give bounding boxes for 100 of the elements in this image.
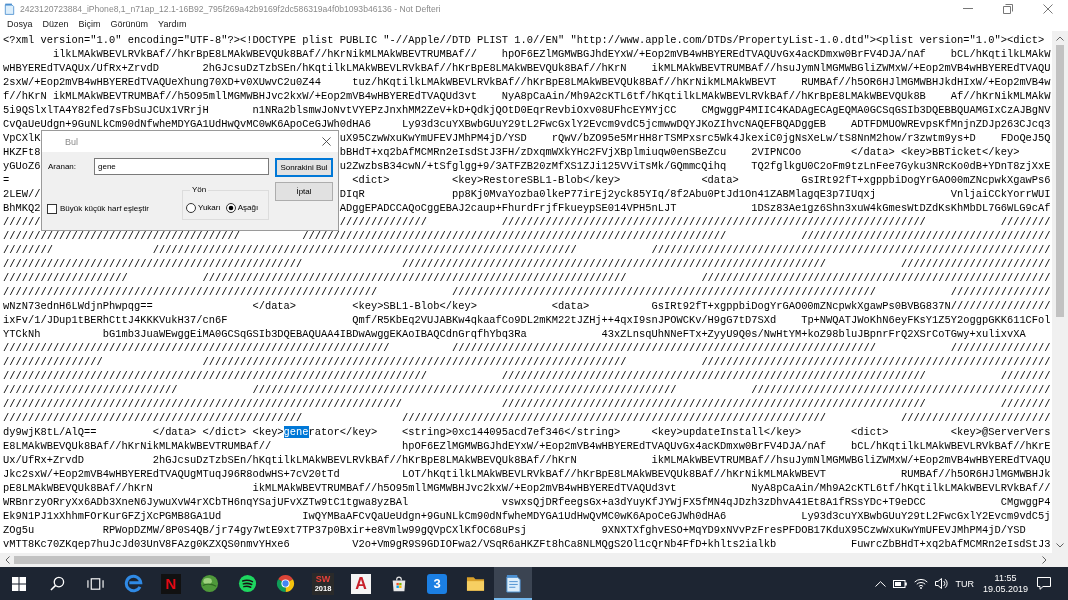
group-label: Yön — [191, 184, 208, 196]
text-line: bBHdT+xq2bAfMCMRn2eIsdStJ3FH/zDxqmWXkYHc2FVjXBplmiuqw0enSBeZcu 2VIPNCOo </data> <key>BBTicket</key> — [339, 146, 1020, 158]
text-line: CvQaUeUdgn+9GuNLkCm90dNfwheMDYGA1UdHwQvMC0wK6ApoCeGJWh0dHA6 Ly93d3cuYXBwbGUuY29tL2FwcGxlY2Evcm9vdC5jcmwwDQYJKoZIhvcNAQEFBQADggEB ADTFDMUOWREvpsKfMnjnZDJp263CJcq3 — [3, 117, 1051, 131]
clock-time[interactable]: 11:55 — [994, 573, 1017, 583]
chevron-right-icon — [1042, 556, 1047, 564]
text-line: wHBYEREdTVAQUx/UfRx+ZrvdD 2hGJcsuDzTzbSEn/hKqtilkLMAkWBEVLRVkBAf//hKrBpE8LMAkWBEVQUk8BAf//hKrN ikMLMAkWBEVTRUMBAf//hsuJymNlMGMWBGliZWMxW/+Eop2mVB4wHBYEREdTVAQU — [3, 61, 1051, 75]
text-line: WRBnrzyORryXx6ADb3XneN6JywuXvW4rXCbTH6nqYSajUFvXZTw9tC1tgwa8yzBAl vswxsQjDRfeegsGx+a3dYuyKfJYWjFX5fMN4qJDzh3zDhvA41Et8A1fRSsYDc+T9eDCC CMgwggP4 — [3, 495, 1051, 509]
text-line: //////////////////////////////////////////////////////////////// //////////////////////////////////////////////////////////////////// //////// — [3, 397, 1051, 411]
checkbox-icon[interactable] — [47, 204, 57, 214]
search-label: Aranan: — [47, 160, 77, 173]
find-next-button[interactable]: Sonrakini Bul — [275, 158, 333, 177]
text-line: //////////////////////////// //////////////////////////////////////////////////////////////////// //////////////////////////////////////////////// — [3, 383, 1051, 397]
menu-item[interactable]: Biçim — [73, 17, 106, 31]
waves-icon — [237, 574, 257, 593]
notification-button[interactable] — [1037, 577, 1051, 590]
ring-icon — [123, 574, 143, 593]
text-line: ilkLMAkWBEVLRVkBAf//hKrBpE8LMAkWBEVQUk8BAf//hKrNikMLMAkWBEVTRUMBAf// hpOF6EZlMGMWBGJhdEYxW/+Eop2mVB4wHBYEREdTVAQUvGx4acKDmxw0BrFV4DJA/nAf bCL/hKqtilkLMAkW — [51, 47, 1051, 61]
text-line: ////////////////////////////////////////////////////////////// //////////////////////////////////////////////////////////////////// //////////////// — [3, 341, 1051, 355]
text-line: f//hKrN ikMLMAkWBEVTRUMBAf//h5O95mllMGMWBHJvc2kxW/+Eop2mVB4wHBYEREdTVAQUd3vt NyA8pCaAin/Mh9A2cKTL6tf/hKqtilkLMAkWBEVLRVkBAf//hKrBpE8LMAkWBEVQUk8B Af//hKrNikMLMAkW — [3, 89, 1051, 103]
text-line: BhMKQ2 — [3, 202, 41, 214]
four-panes-icon — [12, 576, 26, 591]
clock-date[interactable]: 19.05.2019 — [982, 584, 1028, 594]
text-line: //////////////////////////////////////////////////////////// //////////////////////////////////////////////////////////////////// //////////////// — [3, 285, 1051, 299]
text-line: ZOg5u RPWopDZMW/8P0S4QB/jr74gy7wtE9xt7TP37p0Bxir+e8Vmlw99gQVpCXlKfOC68uPsj 9XNXTXfghvESO+MqYD9xNVvPzFresPFDOB17KduX95CzwWxuKwYmUFEVJMhPM4jD/YSD — [3, 523, 1026, 537]
dialog-title: Bul — [65, 135, 78, 149]
minimize-icon — [963, 8, 973, 9]
text-line: //////////////////////////////////////////////// //////////////////////////////////////////////////////////////////// //////////////////////// — [3, 411, 1051, 425]
text-line: //////////////////// //////////////////////////////////////////////////////////////////// //////////////////////////////////////////////////////// — [3, 271, 1051, 285]
text-line: <dict> <key>RestoreSBL1-Blob</key> <data> GsIRt92fT+xgppbiDogYrGAO00mZNcpwkXgawPs6 — [351, 174, 1051, 186]
stacked-windows-icon — [86, 576, 104, 591]
chevron-left-icon — [5, 556, 10, 564]
tray-button[interactable] — [935, 578, 949, 589]
text-line: <?xml version="1.0" encoding="UTF-8"?><!DOCTYPE plist PUBLIC "-//Apple//DTD PLIST 1.0//EN" "http://www.apple.com/DTDs/PropertyList-1.0.dtd"><plist version="1.0"><dict> — [3, 33, 1045, 47]
text-line: Ux/UfRx+ZrvdD 2hGJcsuDzTzbSEn/hKqtilkLMAkWBEVLRVkBAf//hKrBpE8LMAkWBEVQUk8BAf//hKrN ikMLMAkWBEVTRUMBAf//hsuJymNlMGMWBGliZWMxW/+Eop2mVB4wHBYEREdTVAQU — [3, 453, 1051, 467]
chevron-down-icon — [1056, 543, 1064, 548]
radio-icon[interactable] — [225, 203, 236, 213]
text-line: //////////////////////////////////////////////// //////////////////////////////////////////////////////////////////// //////////////////////// — [3, 257, 1051, 271]
chevron-up-icon — [875, 580, 887, 587]
speaker-icon — [935, 578, 949, 589]
text-line: ////////////////////////////////////// //////////////////////////////////////////////////////////////////// //////////////////////////////////////// — [3, 229, 1051, 243]
tray-button[interactable] — [893, 579, 908, 588]
text-line: //////////////////////////////////////////////////////////////////// //////////////////////////////////////////////////////////////////// //////// — [3, 369, 1051, 383]
restore-icon — [1003, 3, 1013, 14]
text-line: ixFv/1/JDup1tBERhCttJ4KKKVukH37/cn6F Qmf/R5KbEq2VUJABKw4qkaafCo9DL2mKM22tJZHj++4qxI9snJPOWCKv/H9gG7tD7SXd Tp+NWQATJWoKhN6eyFKsY1Z5Y2oggpGKK611CFol — [3, 313, 1051, 327]
text-line: wNzN73ednH6LWdjnPhwpqg== </data> <key>SBL1-Blob</key> <data> GsIRt92fT+xgppbiDogYrGAO00mZNcpwkXgawPs0BVBG837N//////////////// — [3, 299, 1051, 313]
menu-item[interactable]: Görünüm — [105, 17, 154, 31]
taskbar-button[interactable] — [494, 567, 532, 600]
wifi-icon — [914, 578, 929, 589]
text-line: //////////////// //////////////////////////////////////////////////////////////////// //////////////////////////////////////////////////////// — [3, 355, 1051, 369]
close-icon — [1043, 3, 1053, 14]
text-line: = — [3, 174, 10, 186]
cancel-button[interactable]: İptal — [275, 182, 333, 201]
window-title: 2423120723884_iPhone8,1_n71ap_12.1-16B92_795f269a42b9169f2dc586319a4f0b1093b46136 - Not Defteri — [20, 3, 441, 14]
text-line: //////// //////////////////////////////////////////////////////////////////// //////////////////////////////////////////////////////////////// — [3, 243, 1051, 257]
menu-item[interactable]: Yardım — [153, 17, 192, 31]
text-line: yGUoZ6 — [3, 160, 41, 172]
battery-icon — [893, 579, 908, 588]
scrollbar-thumb[interactable] — [14, 556, 210, 564]
notepad-icon — [4, 2, 15, 15]
text-line: vMTT8Kc70ZKqep7huJcJd03UnV8FAzg0KZXQS0nmvYHxe6 V2o+Vm9gR9S9GDIOFwa2/VSqR6aHKZFt8hCa8NLMQgS2Ol1cQrNb4FfD+khlts2ialkb FuwrcZbBHdT+xq2bAfMCMRn2eIsdStJ3 — [3, 537, 1051, 551]
shopping-bag-icon — [390, 574, 408, 593]
text-line: 2sxW/+Eop2mVB4wHBYEREdTVAQUeXhung70XD+v0XUwvC2u0Z44 tuz/hKqtilkLMAkWBEVLRVkBAf//hKrBpE8LMAkWBEVQUk8BAf//hKrNikMLMAkWBEVT RUMBAf//h5OR6HJlMGMWBHJkdHIxW/+Eop2mVB4w — [3, 75, 1051, 89]
radio-option[interactable]: Yukarı — [186, 201, 221, 215]
text-line: E8LMAkWBEVQUk8BAf//hKrNikMLMAkWBEVTRUMBAf// hpOF6EZlMGMWBGJhdEYxW/+Eop2mVB4wHBYEREdTVAQUvGx4acKDmxw0BrFV4DJA/nAf bCL/hKqtilkLMAkWBEVLRVkBAf//hKrE — [3, 439, 1051, 453]
text-line: YTCkNh bG1mb3JuaWEwggEiMA0GCSqGSIb3DQEBAQUAA4IBDwAwggEKAoIBAQCdnGrqfhYbq3Ra 43xZLnsqUhNNeFTx+ZyyU9Q0s/NwHtYM+koZ98bluJBpnrFrQ2XSrCoTGwy+xulixvXA — [3, 327, 1026, 341]
close-icon — [321, 137, 331, 146]
text-line: 5i9QSlxlTA4Y82fed7sFbSuJCUx1VRrjH n1NRa2blsmwJoNvtVYEPzJnxhMM2ZeV+kD+QdkjQOtD0EqrRevbiOxv08UFhcEYMYjCC CMgwggP4MIIC4KADAgECAgEQMA0GCSqGSIb3DQEBBQUAMGIxCzAJBgNV — [3, 103, 1051, 117]
radio-option[interactable]: Aşağı — [225, 201, 259, 215]
search-field[interactable]: gene — [94, 158, 269, 175]
text-line: DIqR pp8Kj0MvaYozba0lkeP77irEj2yck85YIq/8f2Abu0PtJd1On41ZABMlagqE3p7IUqxj VnljaiCCkYorrWUI — [339, 188, 1051, 200]
scrollbar-thumb[interactable] — [1056, 45, 1064, 317]
taskbar-button[interactable]: 3 — [418, 567, 456, 600]
text-line: HKZFt8 — [3, 146, 41, 158]
text-line: Ek9N1PJ1xXhhmFOrKurGFZjXcPGMB8GA1Ud IwQYMBaAFCvQaUeUdgn+9GuNLkCm90dNfwheMDYGA1UdHwQvMC0wK6ApoCeGJWh0dHA6 Ly93d3cuYXBwbGUuY29tL2FwcGxlY2Evcm9vdC5j — [3, 509, 1051, 523]
notification-icon — [1037, 577, 1051, 590]
text-line: ////// — [3, 216, 41, 228]
radio-icon[interactable] — [186, 203, 196, 213]
text-line: dy9wjK8tL/AlQ== </data> </dict> <key>generator</key> <string>0xc144095acd7ef346</string> <key>updateInstall</key> <dict> <key>@ServerVers — [3, 425, 1051, 439]
text-line: pE8LMAkWBEVQUk8BAf//hKrN ikMLMAkWBEVTRUMBAf//h5O95mllMGMWBHJvc2kxW/+Eop2mVB4wHBYEREdTVAQUd3vt NyA8pCaAin/Mh9A2cKTL6tf/hKqtilkLMAkWBEVLRVkBAf// — [3, 481, 1051, 495]
text-line: Jkc2sxW/+Eop2mVB4wHBYEREdTVAQUgMTuqJ96R8odwHS+7cV20tTd LOT/hKqtilkLMAkWBEVLRVkBAf//hKrBpE8LMAkWBEVQUk8BAf//hKrNikMLMAkWBEVT RUMBAf//h5OR6HJlMGMWBHJk — [3, 467, 1051, 481]
tray-button[interactable] — [875, 580, 887, 587]
text-line: u2ZwzbsB34cwN/+tSfglgg+9/3ATFZB20zMfXS1ZJi125VViTsMk/GQmmcQihq TQ2fglkgU0C2oFm9tzLnFee7Gyku3NRcKo0dB+YDnT8zjXxE — [339, 160, 1051, 172]
text-line: ADggEPADCCAQoCggEBAJ2caup+FhurdFrjfFkueypSE014VPH5nLJT 1DSz83Ae1gz6Shn3xuW4kGmesWtDZdKsKhMbDL7G6WLG9cAf — [339, 202, 1051, 214]
text-line: ////////////// //////////////////////////////////////////////////////////////////// //////// — [339, 216, 1051, 228]
text-line: VpCXlK — [3, 132, 41, 144]
folder-icon — [465, 575, 485, 592]
tray-button[interactable] — [914, 578, 929, 589]
horizontal-scrollbar[interactable] — [0, 553, 1052, 567]
chevron-up-icon — [1056, 36, 1064, 41]
sphere-icon — [199, 574, 219, 593]
text-line: 2LEW// — [3, 188, 41, 200]
taskbar-button[interactable]: N — [152, 567, 190, 600]
taskbar-button[interactable]: A — [342, 567, 380, 600]
vertical-scrollbar[interactable] — [1052, 31, 1068, 553]
menu-item[interactable]: Düzen — [37, 17, 74, 31]
text-line: uX95CzwWxuKwYmUFEVJMhPM4jD/YSD rQwV/bZO95e5MrHH8rTSMPxsrc5Wk4JkexiC0jgNsXeLw/tS8NnM2how/r3zwtm9ys+D FDoQeJ5Q — [339, 132, 1051, 144]
menu-item[interactable]: Dosya — [2, 17, 38, 31]
search-icon — [49, 576, 65, 591]
checkbox-option[interactable]: Büyük küçük harf eşleştir — [47, 202, 149, 216]
language-indicator[interactable]: TUR — [955, 578, 974, 589]
